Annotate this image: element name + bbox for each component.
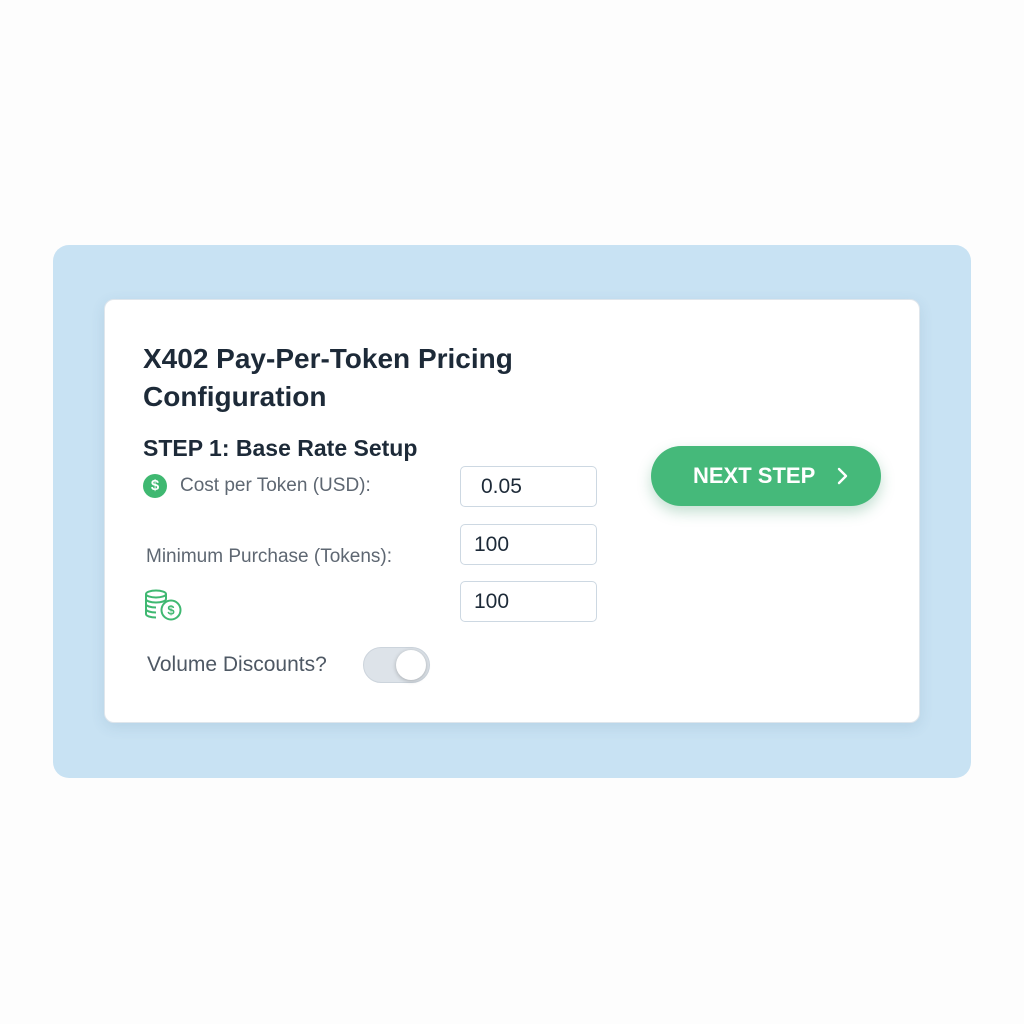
step-title: STEP 1: Base Rate Setup (143, 435, 418, 461)
volume-discounts-label: Volume Discounts? (147, 653, 327, 676)
page-title: X402 Pay-Per-Token Pricing Configuration (143, 343, 513, 412)
next-step-button[interactable]: NEXT STEP (651, 446, 881, 506)
svg-text:$: $ (167, 603, 175, 618)
cost-per-token-label: Cost per Token (USD): (180, 475, 371, 496)
chevron-right-icon (837, 467, 848, 485)
minimum-purchase-label: Minimum Purchase (Tokens): (146, 546, 393, 567)
coins-icon: $ (145, 589, 182, 621)
next-step-label: NEXT STEP (693, 463, 816, 488)
coins-amount-input[interactable] (460, 581, 597, 622)
cost-per-token-input[interactable] (460, 466, 597, 507)
volume-discounts-toggle[interactable] (363, 647, 430, 683)
minimum-purchase-input[interactable] (460, 524, 597, 565)
dollar-icon: $ (143, 474, 167, 498)
toggle-knob (396, 650, 426, 680)
